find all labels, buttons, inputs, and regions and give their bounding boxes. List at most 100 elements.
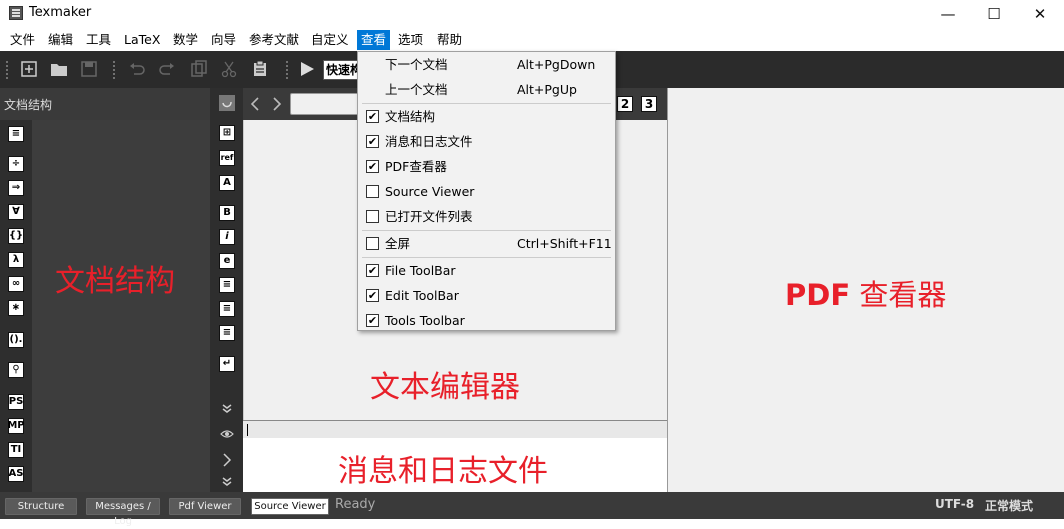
- align-left-icon[interactable]: ≡: [219, 277, 235, 293]
- menu-help[interactable]: 帮助: [433, 30, 466, 50]
- copy-icon[interactable]: [190, 60, 208, 78]
- menu-item-edit-toolbar[interactable]: ✔ Edit ToolBar: [358, 283, 615, 308]
- italic-icon[interactable]: i: [219, 229, 235, 245]
- checkbox-checked-icon: ✔: [366, 314, 379, 327]
- misc-symbols-icon[interactable]: ∞: [8, 276, 24, 292]
- user-symbols-icon[interactable]: ⚲: [8, 362, 24, 378]
- symbol-sidebar: ≡ ÷ ⇒ ∀ {} λ ∞ ∗ (). ⚲ PS MP TI AS: [0, 120, 32, 492]
- menu-item-pdf-viewer[interactable]: ✔ PDF查看器: [358, 154, 615, 179]
- menu-item-file-toolbar[interactable]: ✔ File ToolBar: [358, 258, 615, 283]
- structure-overlay-label: 文档结构: [55, 264, 175, 299]
- menu-item-next-document[interactable]: 下一个文档 Alt+PgDown: [358, 52, 615, 77]
- menu-item-messages-log[interactable]: ✔ 消息和日志文件: [358, 129, 615, 154]
- menu-view[interactable]: 查看: [357, 30, 391, 50]
- mode-indicator[interactable]: 正常模式: [985, 497, 1033, 514]
- window-title: Texmaker: [29, 5, 92, 20]
- add-section-icon[interactable]: ⊞: [219, 125, 235, 141]
- checkbox-checked-icon: ✔: [366, 289, 379, 302]
- maximize-button[interactable]: ☐: [971, 0, 1017, 28]
- menu-options[interactable]: 选项: [394, 30, 427, 50]
- pdf-overlay-label: PDF 查看器: [785, 278, 947, 312]
- open-folder-icon[interactable]: [50, 60, 68, 78]
- greek-letters-icon[interactable]: λ: [8, 252, 24, 268]
- new-line-icon[interactable]: ↵: [219, 356, 235, 372]
- checkbox-checked-icon: ✔: [366, 110, 379, 123]
- menu-tools[interactable]: 工具: [82, 30, 115, 50]
- back-arrow-icon[interactable]: [249, 96, 261, 112]
- menu-bibliography[interactable]: 参考文献: [245, 30, 303, 50]
- log-overlay-label: 消息和日志文件: [338, 454, 548, 489]
- menu-item-fullscreen[interactable]: 全屏 Ctrl+Shift+F11: [358, 231, 615, 256]
- align-center-icon[interactable]: ≡: [219, 301, 235, 317]
- view-menu-dropdown: 下一个文档 Alt+PgDown 上一个文档 Alt+PgUp ✔ 文档结构 ✔…: [357, 51, 616, 331]
- status-text: Ready: [335, 497, 376, 512]
- checkbox-unchecked-icon: [366, 185, 379, 198]
- menu-wizard[interactable]: 向导: [207, 30, 240, 50]
- menu-bar: 文件 编辑 工具 LaTeX 数学 向导 参考文献 自定义 查看 选项 帮助: [0, 28, 1064, 51]
- expand-more-icon[interactable]: [221, 403, 233, 415]
- editor-overlay-label: 文本编辑器: [370, 370, 520, 405]
- checkbox-unchecked-icon: [366, 210, 379, 223]
- menu-user[interactable]: 自定义: [307, 30, 353, 50]
- minimize-button[interactable]: —: [925, 0, 971, 28]
- operators-icon[interactable]: ÷: [8, 156, 24, 172]
- app-icon: [9, 6, 23, 20]
- menu-item-previous-document[interactable]: 上一个文档 Alt+PgUp: [358, 77, 615, 102]
- close-button[interactable]: ✕: [1017, 0, 1063, 28]
- asterisk-icon[interactable]: ∗: [8, 300, 24, 316]
- tab-pdf-viewer[interactable]: Pdf Viewer: [169, 498, 241, 515]
- quick-build-run-icon[interactable]: [298, 60, 316, 78]
- menu-item-structure[interactable]: ✔ 文档结构: [358, 104, 615, 129]
- menu-latex[interactable]: LaTeX: [120, 30, 164, 50]
- text-cursor: [247, 424, 248, 436]
- metapost-icon[interactable]: MP: [7, 418, 25, 434]
- paste-icon[interactable]: [251, 60, 269, 78]
- toolbar-grip[interactable]: [5, 60, 9, 80]
- bold-icon[interactable]: B: [219, 205, 235, 221]
- latex-sidebar: ⊞ ref A B i e ≡ ≡ ≡ ↵: [210, 88, 243, 492]
- tab-structure[interactable]: Structure: [5, 498, 77, 515]
- brackets-icon[interactable]: ().: [8, 332, 24, 348]
- tab-source-viewer[interactable]: Source Viewer: [251, 498, 329, 515]
- tab-messages-log[interactable]: Messages / Log: [86, 498, 160, 527]
- emphasis-icon[interactable]: e: [219, 253, 235, 269]
- checkbox-checked-icon: ✔: [366, 160, 379, 173]
- new-file-icon[interactable]: [20, 60, 38, 78]
- undo-icon[interactable]: [128, 60, 146, 78]
- expand-more-icon[interactable]: [221, 476, 233, 488]
- menu-item-source-viewer[interactable]: Source Viewer: [358, 179, 615, 204]
- pdf-page-3-button[interactable]: 3: [641, 96, 657, 112]
- refresh-icon[interactable]: [219, 95, 235, 111]
- structure-list-icon[interactable]: ≡: [8, 126, 24, 142]
- pdf-page-2-button[interactable]: 2: [617, 96, 633, 112]
- toolbar-grip[interactable]: [285, 60, 289, 80]
- relations-icon[interactable]: ∀: [8, 204, 24, 220]
- pstricks-icon[interactable]: PS: [8, 394, 24, 410]
- align-right-icon[interactable]: ≡: [219, 325, 235, 341]
- delimiters-icon[interactable]: {}: [8, 228, 24, 244]
- checkbox-checked-icon: ✔: [366, 135, 379, 148]
- eye-icon[interactable]: [220, 428, 234, 440]
- tikz-icon[interactable]: TI: [8, 442, 24, 458]
- toolbar-grip[interactable]: [112, 60, 116, 80]
- title-bar: [0, 0, 1064, 28]
- cut-icon[interactable]: [220, 60, 238, 78]
- save-icon[interactable]: [80, 60, 98, 78]
- menu-edit[interactable]: 编辑: [44, 30, 77, 50]
- asymptote-icon[interactable]: AS: [8, 466, 24, 482]
- encoding-indicator[interactable]: UTF-8: [935, 497, 974, 511]
- checkbox-checked-icon: ✔: [366, 264, 379, 277]
- redo-icon[interactable]: [158, 60, 176, 78]
- arrows-icon[interactable]: ⇒: [8, 180, 24, 196]
- menu-item-open-files-list[interactable]: 已打开文件列表: [358, 204, 615, 229]
- structure-panel-title: 文档结构: [4, 98, 53, 112]
- font-size-icon[interactable]: A: [219, 175, 235, 191]
- menu-file[interactable]: 文件: [6, 30, 39, 50]
- reference-icon[interactable]: ref: [219, 150, 235, 166]
- log-input-bar[interactable]: [243, 420, 667, 438]
- menu-math[interactable]: 数学: [169, 30, 202, 50]
- menu-item-tools-toolbar[interactable]: ✔ Tools Toolbar: [358, 308, 615, 333]
- structure-tree[interactable]: [32, 120, 210, 492]
- chevron-right-icon[interactable]: [222, 452, 232, 468]
- forward-arrow-icon[interactable]: [271, 96, 283, 112]
